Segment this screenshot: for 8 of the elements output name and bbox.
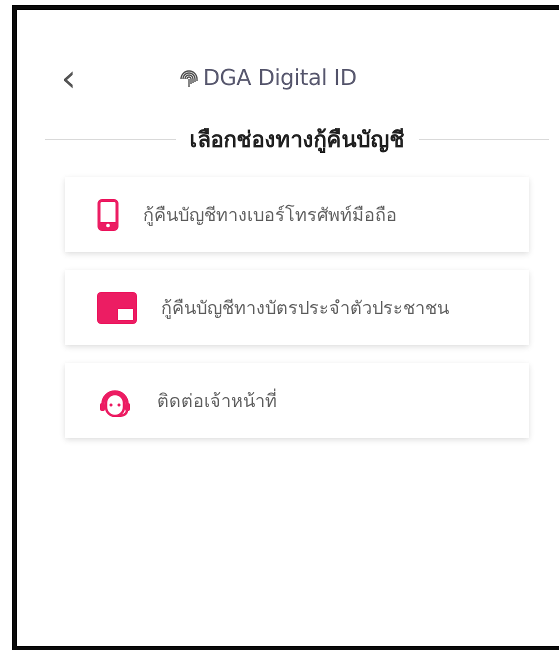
card-icon (97, 292, 137, 324)
page-title: เลือกช่องทางกู้คืนบัญชี (190, 127, 404, 155)
recovery-option[interactable]: กู้คืนบัญชีทางบัตรประจำตัวประชาชน (65, 270, 529, 345)
recovery-option[interactable]: ติดต่อเจ้าหน้าที่ (65, 363, 529, 438)
brand-name: DGA Digital ID (203, 66, 357, 90)
phone-icon (97, 198, 119, 230)
recovery-option[interactable]: กู้คืนบัญชีทางเบอร์โทรศัพท์มือถือ (65, 177, 529, 252)
back-button[interactable]: ‹ (61, 62, 76, 94)
